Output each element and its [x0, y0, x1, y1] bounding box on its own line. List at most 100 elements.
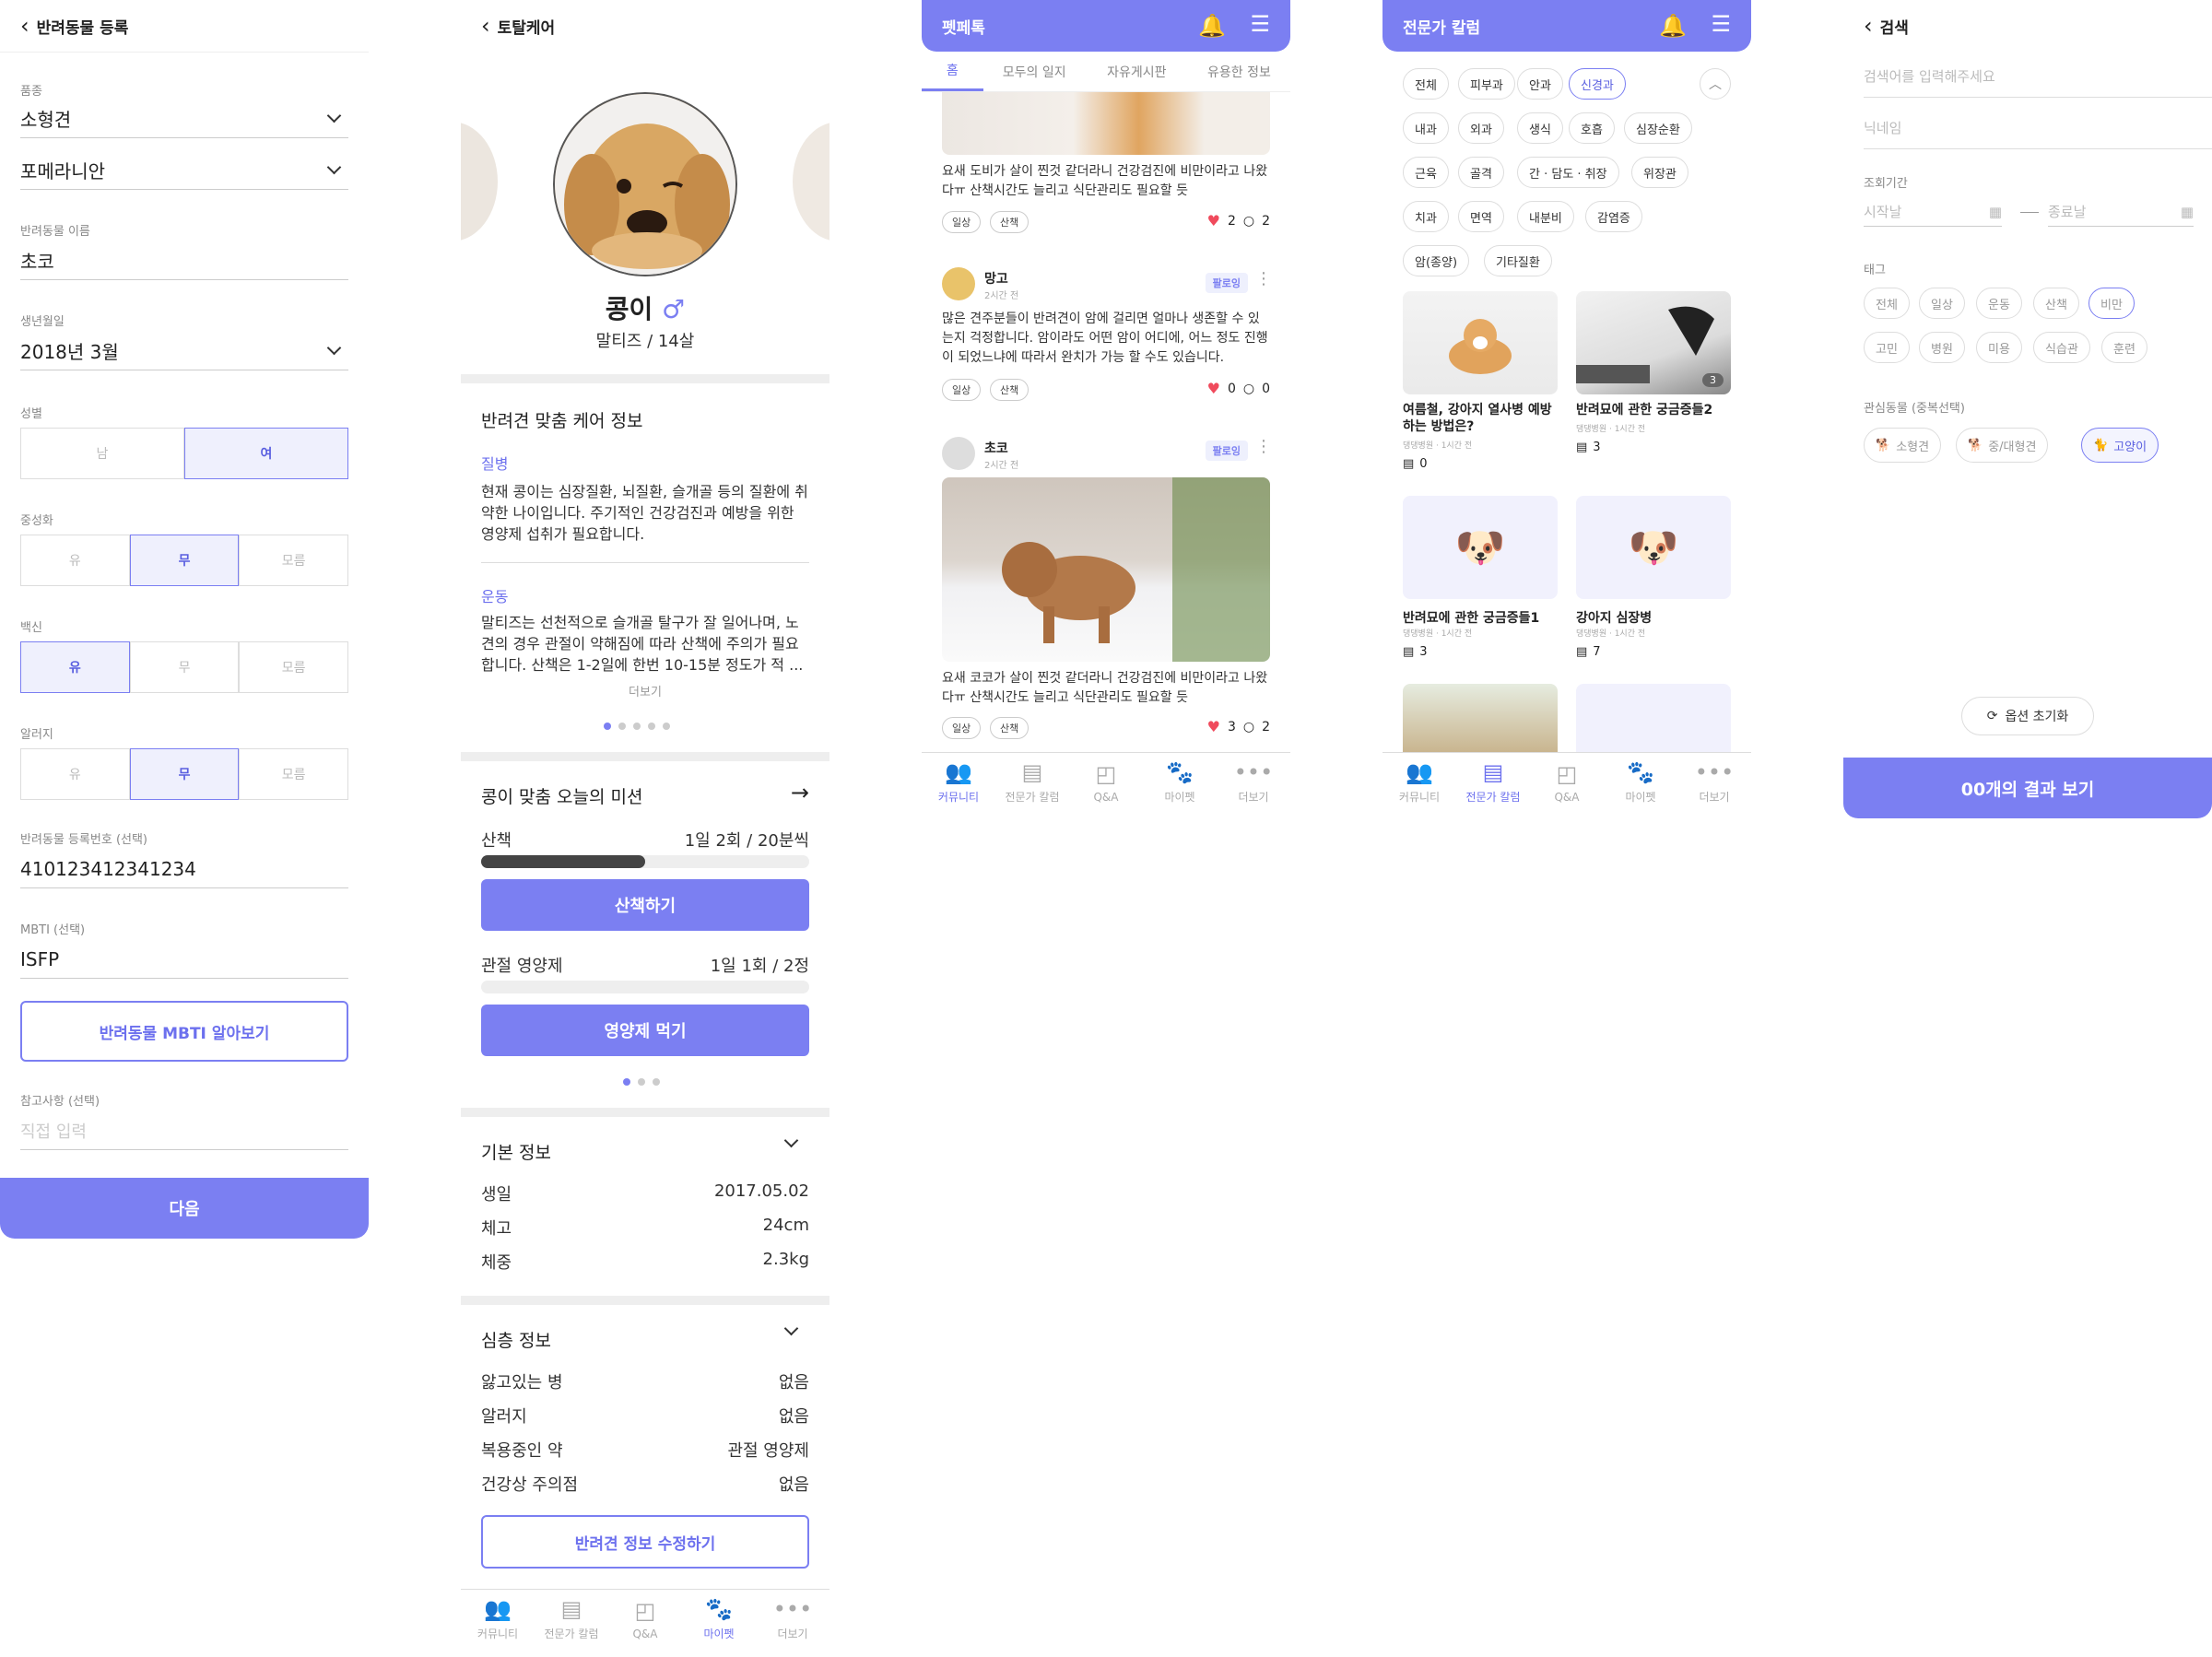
category-chip[interactable]: 위장관: [1631, 157, 1688, 188]
name-input[interactable]: 초코: [20, 241, 348, 280]
allergy-yes-option[interactable]: 유: [20, 748, 130, 800]
sex-female-option[interactable]: 여: [184, 428, 348, 479]
category-chip[interactable]: 외과: [1458, 112, 1504, 144]
sex-male-option[interactable]: 남: [20, 428, 184, 479]
nav-qa[interactable]: ◰ Q&A: [608, 1590, 682, 1650]
tag-chip[interactable]: 비만: [2088, 288, 2135, 319]
following-badge[interactable]: 팔로잉: [1205, 273, 1248, 293]
comment-icon[interactable]: ○: [1243, 382, 1254, 396]
heart-icon[interactable]: ♥: [1207, 718, 1220, 735]
nav-more[interactable]: ••• 더보기: [1217, 753, 1290, 813]
avatar[interactable]: [942, 267, 975, 300]
column-card-image-placeholder[interactable]: [1576, 684, 1731, 752]
end-date-input[interactable]: 종료날 ▦: [2048, 197, 2194, 227]
category-chip[interactable]: 신경과: [1569, 68, 1626, 100]
category-chip[interactable]: 심장순환: [1624, 112, 1692, 144]
nav-column[interactable]: ▤ 전문가 칼럼: [1456, 753, 1530, 813]
column-card-image-placeholder[interactable]: 🐶: [1576, 496, 1731, 599]
category-chip[interactable]: 기타질환: [1484, 245, 1552, 276]
more-vert-icon[interactable]: ⋮: [1255, 269, 1272, 288]
heart-icon[interactable]: ♥: [1207, 380, 1220, 397]
vaccine-no-option[interactable]: 무: [129, 641, 240, 693]
nickname-input[interactable]: 닉네임: [1864, 107, 2212, 149]
category-chip[interactable]: 생식: [1517, 112, 1563, 144]
column-card-image[interactable]: [1403, 291, 1558, 394]
walk-button[interactable]: 산책하기: [481, 879, 809, 931]
category-chip[interactable]: 피부과: [1458, 68, 1515, 100]
show-results-button[interactable]: 00개의 결과 보기: [1843, 758, 2212, 818]
column-card-title[interactable]: 강아지 심장병: [1576, 608, 1733, 627]
category-chip[interactable]: 내과: [1403, 112, 1449, 144]
post-tag[interactable]: 산책: [990, 717, 1030, 739]
tag-chip[interactable]: 산책: [2033, 288, 2079, 319]
tag-chip[interactable]: 전체: [1864, 288, 1910, 319]
category-chip[interactable]: 안과: [1517, 68, 1563, 100]
nav-community[interactable]: 👥 커뮤니티: [922, 753, 995, 813]
post-tag[interactable]: 산책: [990, 211, 1030, 233]
column-card-image[interactable]: 3: [1576, 291, 1731, 394]
column-card-title[interactable]: 반려묘에 관한 궁금증들1: [1403, 608, 1559, 627]
filter-icon[interactable]: ☰: [1250, 11, 1270, 37]
tab-home[interactable]: 홈: [922, 52, 983, 91]
tag-chip[interactable]: 일상: [1919, 288, 1965, 319]
start-date-input[interactable]: 시작날 ▦: [1864, 197, 2002, 227]
tag-chip[interactable]: 식습관: [2033, 332, 2090, 363]
column-card-image[interactable]: [1403, 684, 1558, 752]
neuter-yes-option[interactable]: 유: [20, 535, 130, 586]
edit-pet-button[interactable]: 반려견 정보 수정하기: [481, 1515, 809, 1569]
tag-chip[interactable]: 병원: [1919, 332, 1965, 363]
category-chip[interactable]: 내분비: [1517, 201, 1574, 232]
category-chip[interactable]: 전체: [1403, 68, 1449, 100]
next-button[interactable]: 다음: [0, 1178, 369, 1239]
nav-column[interactable]: ▤ 전문가 칼럼: [535, 1590, 608, 1650]
column-card-title[interactable]: 반려묘에 관한 궁금증들2: [1576, 402, 1733, 418]
nav-column[interactable]: ▤ 전문가 칼럼: [995, 753, 1069, 813]
nav-community[interactable]: 👥 커뮤니티: [461, 1590, 535, 1650]
more-link[interactable]: 더보기: [461, 682, 830, 699]
next-pet-avatar[interactable]: [793, 122, 830, 241]
vaccine-yes-option[interactable]: 유: [20, 641, 130, 693]
comment-icon[interactable]: ○: [1243, 214, 1254, 229]
nav-more[interactable]: ••• 더보기: [1677, 753, 1751, 813]
category-chip[interactable]: 암(종양): [1403, 245, 1470, 276]
category-chip[interactable]: 치과: [1403, 201, 1449, 232]
nav-mypet[interactable]: 🐾 마이펫: [1143, 753, 1217, 813]
post-tag[interactable]: 산책: [990, 379, 1030, 401]
allergy-unknown-option[interactable]: 모름: [239, 748, 349, 800]
back-icon[interactable]: ‹: [20, 13, 29, 39]
breed-select[interactable]: 소형견: [20, 100, 348, 138]
back-icon[interactable]: ‹: [1864, 13, 1873, 39]
mbti-input[interactable]: ISFP: [20, 940, 348, 979]
chevron-down-icon[interactable]: [783, 1133, 799, 1148]
bell-icon[interactable]: 🔔: [1659, 13, 1687, 39]
chevron-up-icon[interactable]: ︿: [1700, 68, 1731, 100]
category-chip[interactable]: 감염증: [1585, 201, 1642, 232]
more-vert-icon[interactable]: ⋮: [1255, 437, 1272, 456]
supplement-button[interactable]: 영양제 먹기: [481, 1005, 809, 1056]
tag-chip[interactable]: 훈련: [2101, 332, 2147, 363]
category-chip[interactable]: 간 · 담도 · 취장: [1517, 157, 1619, 188]
category-chip[interactable]: 골격: [1458, 157, 1504, 188]
post-tag[interactable]: 일상: [942, 211, 982, 233]
neuter-no-option[interactable]: 무: [129, 535, 240, 586]
reg-input[interactable]: 410123412341234: [20, 850, 348, 888]
column-card-image-placeholder[interactable]: 🐶: [1403, 496, 1558, 599]
avatar[interactable]: [942, 437, 975, 470]
tab-useful-info[interactable]: 유용한 정보: [1188, 52, 1290, 91]
post-image[interactable]: [942, 92, 1270, 155]
animal-chip-cat[interactable]: 🐈 고양이: [2081, 428, 2159, 463]
tag-chip[interactable]: 미용: [1976, 332, 2022, 363]
chevron-down-icon[interactable]: [783, 1321, 799, 1336]
arrow-right-icon[interactable]: →: [791, 780, 809, 805]
nav-community[interactable]: 👥 커뮤니티: [1382, 753, 1456, 813]
reset-options-button[interactable]: ⟳ 옵션 초기화: [1961, 697, 2094, 735]
heart-icon[interactable]: ♥: [1207, 212, 1220, 229]
back-icon[interactable]: ‹: [481, 13, 490, 39]
nav-qa[interactable]: ◰ Q&A: [1530, 753, 1604, 813]
nav-qa[interactable]: ◰ Q&A: [1069, 753, 1143, 813]
tag-chip[interactable]: 운동: [1976, 288, 2022, 319]
following-badge[interactable]: 팔로잉: [1205, 441, 1248, 461]
comment-icon[interactable]: ○: [1243, 720, 1254, 734]
prev-pet-avatar[interactable]: [461, 122, 498, 241]
post-tag[interactable]: 일상: [942, 379, 982, 401]
